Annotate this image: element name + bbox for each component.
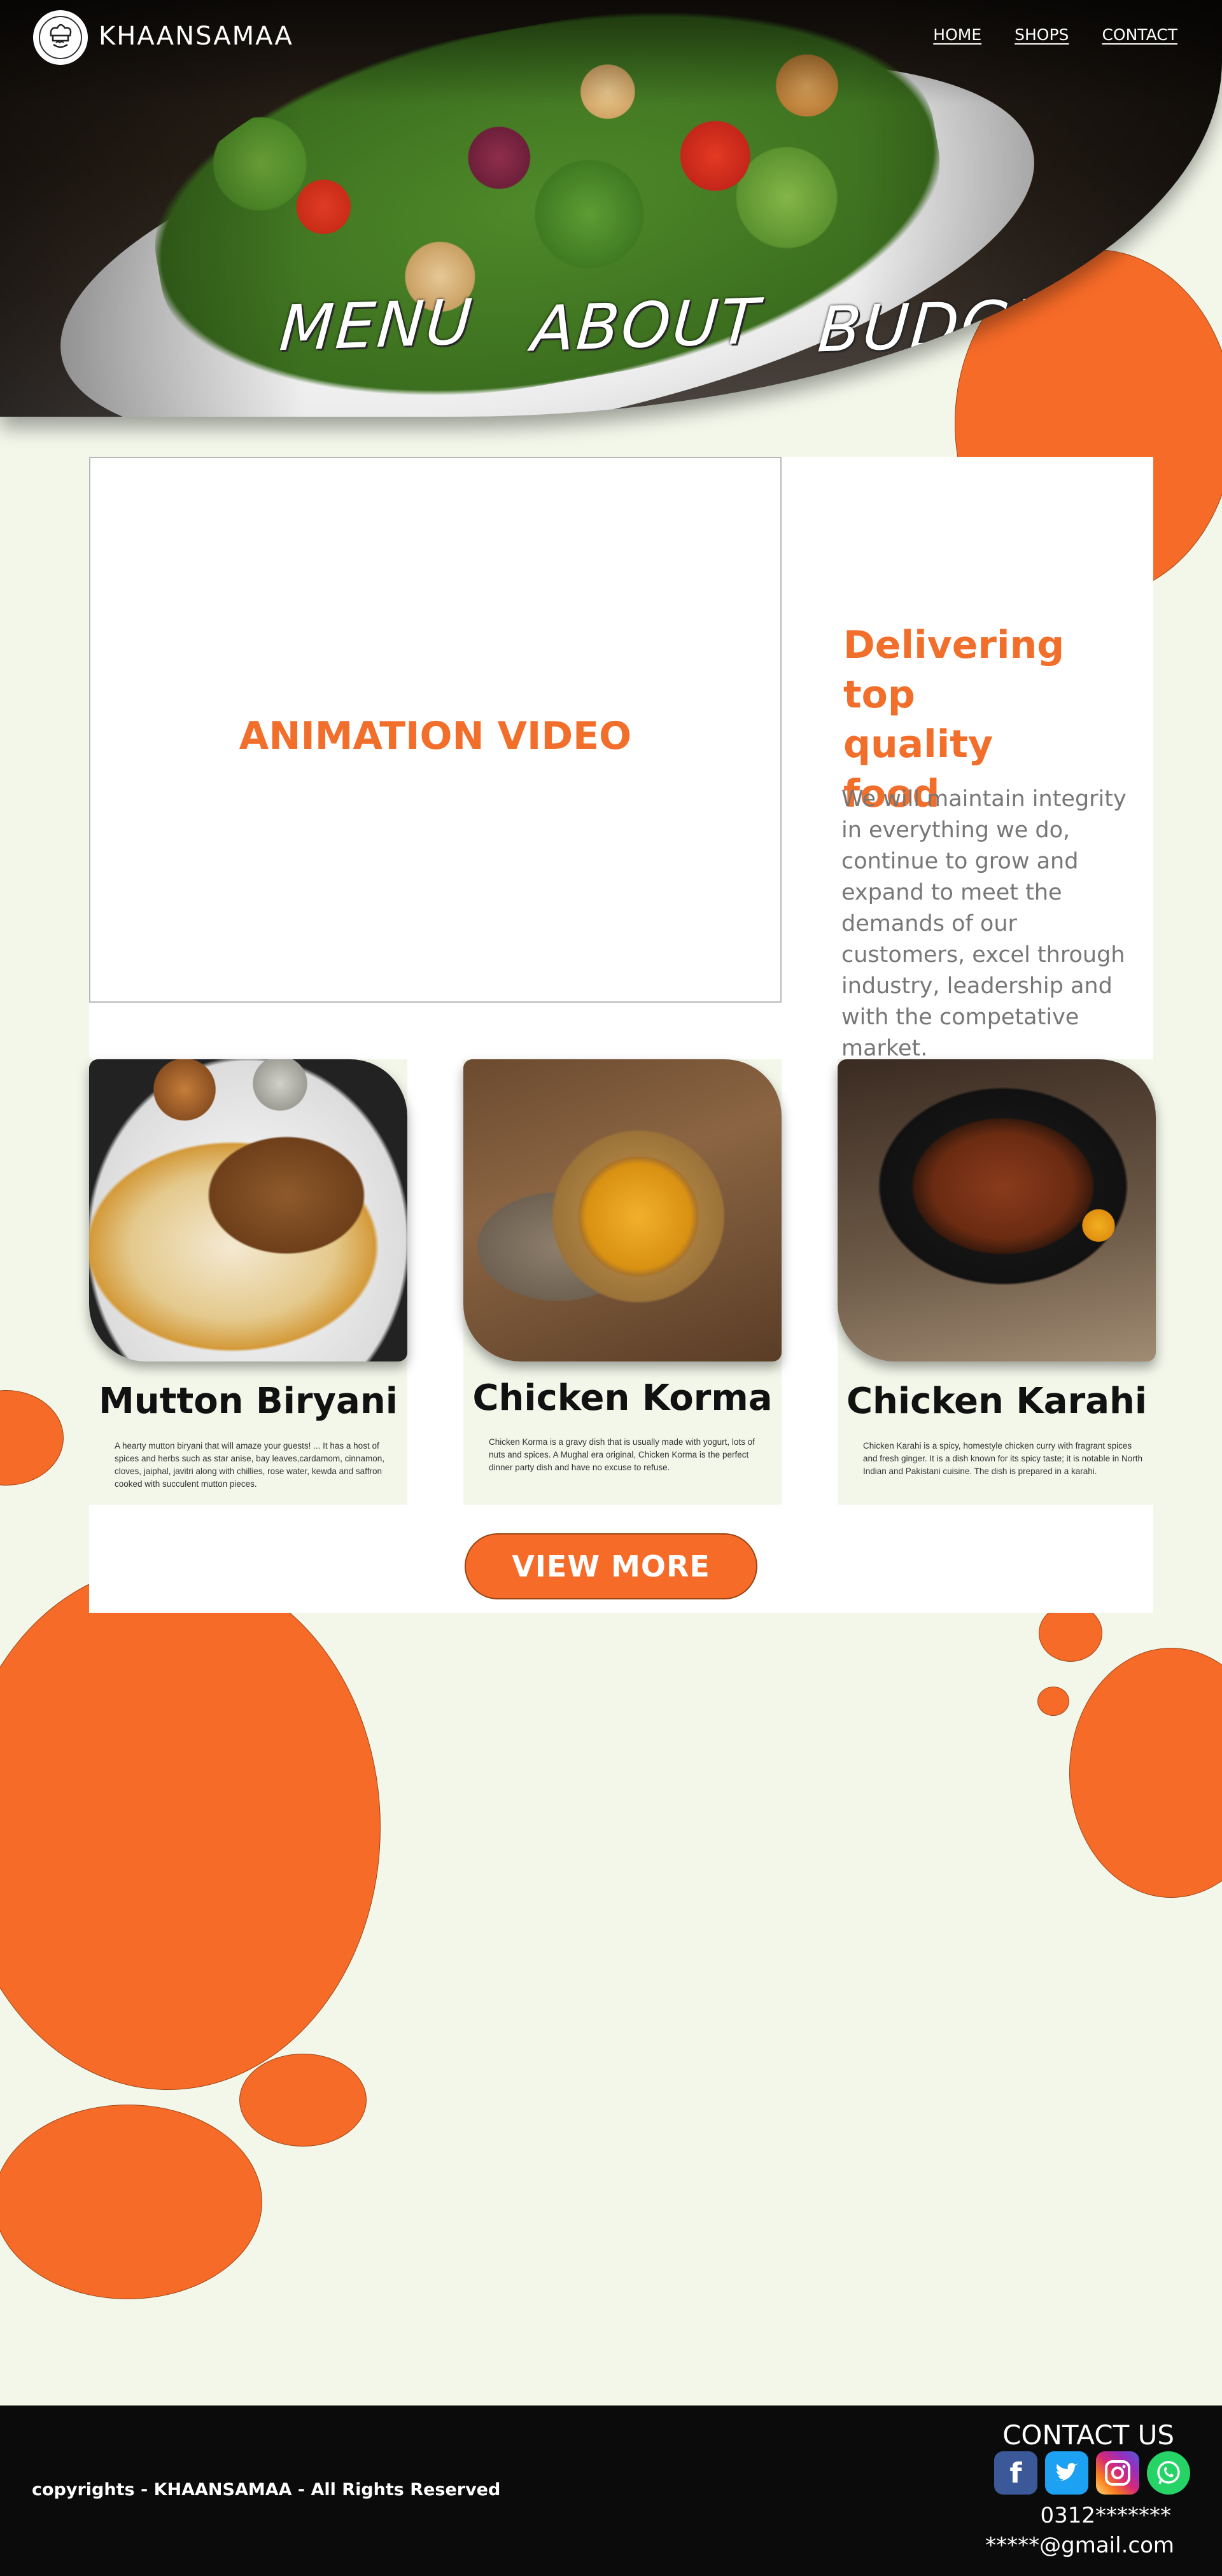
dish-name: Mutton Biryani: [99, 1381, 398, 1422]
dish-card-chicken-karahi[interactable]: Chicken Karahi Chicken Karahi is a spicy…: [838, 1059, 1156, 1505]
dish-name: Chicken Korma: [472, 1377, 773, 1419]
video-label: ANIMATION VIDEO: [239, 714, 632, 758]
decor-circle: [0, 2105, 262, 2299]
chicken-korma-image[interactable]: [463, 1059, 782, 1361]
nav-shops[interactable]: SHOPS: [1015, 25, 1069, 44]
dish-description: A hearty mutton biryani that will amaze …: [115, 1441, 384, 1489]
social-links: f: [994, 2451, 1190, 2495]
chicken-karahi-image[interactable]: [838, 1059, 1156, 1361]
hero-menu: MENU ABOUT BUDGET: [277, 285, 1095, 367]
animation-video-placeholder[interactable]: ANIMATION VIDEO: [89, 457, 782, 1003]
main-nav: HOME SHOPS CONTACT: [933, 25, 1177, 44]
nav-contact[interactable]: CONTACT: [1102, 25, 1177, 44]
decor-circle: [239, 2054, 367, 2147]
hero-banner: KHAANSAMAA HOME SHOPS CONTACT MENU ABOUT…: [0, 0, 1222, 417]
hero-link-about[interactable]: ABOUT: [529, 286, 762, 366]
brand-name[interactable]: KHAANSAMAA: [99, 22, 293, 51]
hero-link-budget[interactable]: BUDGET: [815, 285, 1095, 367]
decor-circle: [1069, 1648, 1222, 1898]
mutton-biryani-image[interactable]: [89, 1059, 407, 1361]
decor-circle: [0, 1390, 64, 1486]
contact-us-title: CONTACT US: [1002, 2419, 1174, 2451]
dish-description: Chicken Korma is a gravy dish that is us…: [489, 1437, 755, 1472]
whatsapp-icon[interactable]: [1147, 2451, 1190, 2495]
dish-name: Chicken Karahi: [846, 1381, 1148, 1422]
decor-circle: [1039, 1605, 1102, 1662]
view-more-button[interactable]: VIEW MORE: [465, 1533, 757, 1599]
decor-circle: [1037, 1687, 1069, 1716]
contact-email[interactable]: *****@gmail.com: [985, 2533, 1174, 2558]
facebook-icon[interactable]: f: [994, 2451, 1037, 2495]
instagram-icon[interactable]: [1096, 2451, 1139, 2495]
footer: copyrights - KHAANSAMAA - All Rights Res…: [0, 2405, 1222, 2576]
chef-hat-icon[interactable]: [33, 10, 88, 65]
dish-card-mutton-biryani[interactable]: Mutton Biryani A hearty mutton biryani t…: [89, 1059, 407, 1505]
dish-card-chicken-korma[interactable]: Chicken Korma Chicken Korma is a gravy d…: [463, 1059, 782, 1505]
nav-home[interactable]: HOME: [933, 25, 981, 44]
copyright-text: copyrights - KHAANSAMAA - All Rights Res…: [32, 2480, 501, 2500]
contact-phone: 0312*******: [1040, 2503, 1171, 2528]
dish-description: Chicken Karahi is a spicy, homestyle chi…: [863, 1441, 1142, 1476]
hero-link-menu[interactable]: MENU: [277, 286, 476, 366]
delivering-text: We will maintain integrity in everything…: [841, 786, 1127, 1061]
decor-circle: [0, 1565, 381, 2090]
twitter-icon[interactable]: [1045, 2451, 1088, 2495]
